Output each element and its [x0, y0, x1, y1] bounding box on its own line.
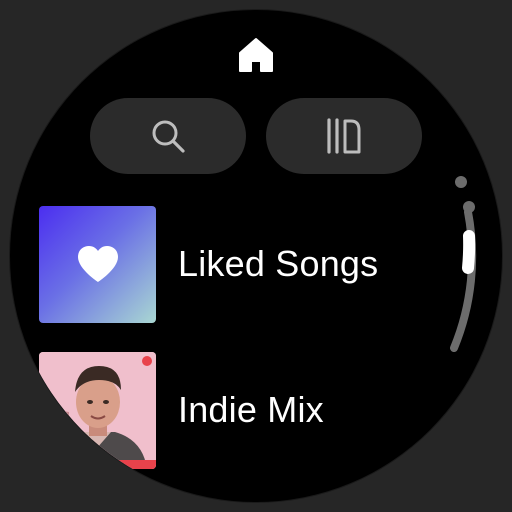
scrollbar[interactable] — [430, 210, 490, 360]
liked-songs-cover — [39, 205, 156, 323]
library-icon — [327, 118, 361, 154]
home-icon[interactable] — [237, 36, 275, 74]
list-item-title: Liked Songs — [178, 243, 379, 284]
list-item-indie-mix[interactable]: Indie Mix — [39, 351, 324, 469]
search-icon — [152, 120, 185, 153]
playlist-cover-image — [39, 351, 156, 469]
search-button[interactable] — [90, 98, 246, 174]
scroll-dot — [455, 176, 467, 188]
cover-portrait — [39, 351, 156, 469]
library-button[interactable] — [266, 98, 422, 174]
list-item-liked-songs[interactable]: Liked Songs — [39, 205, 378, 323]
list-item-title: Indie Mix — [178, 389, 324, 430]
heart-icon — [77, 246, 118, 282]
watch-screen: Liked Songs Indie Mix — [10, 10, 502, 502]
